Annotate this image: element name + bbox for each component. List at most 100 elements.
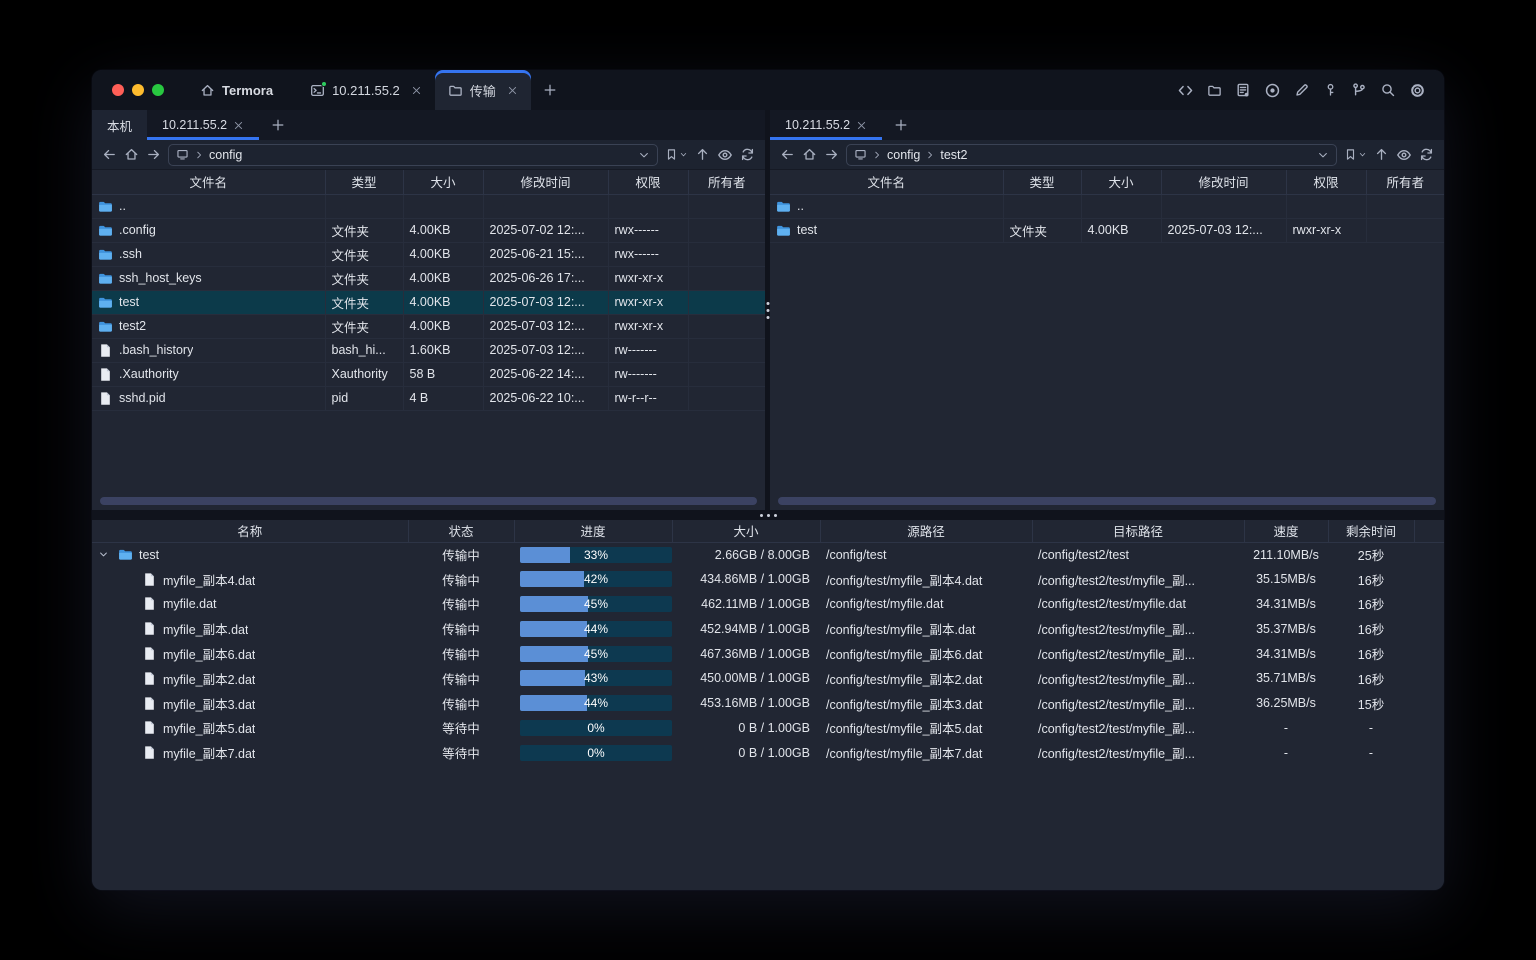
show-hidden-button[interactable] <box>1396 147 1412 163</box>
table-row[interactable]: test2文件夹4.00KB2025-07-03 12:...rwxr-xr-x <box>92 314 765 338</box>
bookmark-button[interactable] <box>665 147 678 162</box>
minimize-window-button[interactable] <box>132 84 144 96</box>
zoom-window-button[interactable] <box>152 84 164 96</box>
transfer-speed: - <box>1244 740 1328 765</box>
back-button[interactable] <box>780 147 795 162</box>
path-input[interactable]: config <box>168 144 658 166</box>
column-header[interactable]: 权限 <box>1286 170 1366 194</box>
path-segment[interactable]: config <box>209 148 242 162</box>
port-forward-icon[interactable] <box>1351 82 1367 98</box>
parent-dir-button[interactable] <box>1374 147 1389 162</box>
file-item-icon <box>142 745 157 760</box>
transfer-row[interactable]: myfile_副本5.dat等待中0%0 B / 1.00GB/config/t… <box>92 716 1444 741</box>
transfer-row[interactable]: myfile_副本3.dat传输中44%453.16MB / 1.00GB/co… <box>92 691 1444 716</box>
table-row[interactable]: .. <box>770 194 1444 218</box>
column-header[interactable]: 剩余时间 <box>1328 520 1414 542</box>
column-header[interactable]: 文件名 <box>770 170 1003 194</box>
tab-remote[interactable]: 10.211.55.2 <box>147 110 259 140</box>
close-icon[interactable] <box>233 120 244 131</box>
transfer-row[interactable]: myfile_副本6.dat传输中45%467.36MB / 1.00GB/co… <box>92 641 1444 666</box>
path-dropdown-icon[interactable] <box>1317 149 1329 161</box>
home-button[interactable] <box>124 147 139 162</box>
path-segment[interactable]: test2 <box>940 148 967 162</box>
app-home-tab[interactable]: Termora <box>178 70 297 110</box>
table-row[interactable]: sshd.pidpid4 B2025-06-22 10:...rw-r--r-- <box>92 386 765 410</box>
folder-icon[interactable] <box>1207 83 1222 98</box>
transfer-row[interactable]: myfile.dat传输中45%462.11MB / 1.00GB/config… <box>92 592 1444 617</box>
transfer-speed: 34.31MB/s <box>1244 592 1328 617</box>
file-name: .. <box>119 199 126 213</box>
transfer-row[interactable]: myfile_副本4.dat传输中42%434.86MB / 1.00GB/co… <box>92 567 1444 592</box>
close-icon[interactable] <box>507 85 518 96</box>
connected-status-dot <box>321 81 327 87</box>
close-icon[interactable] <box>856 120 867 131</box>
column-header[interactable]: 大小 <box>403 170 483 194</box>
log-icon[interactable] <box>1235 82 1251 98</box>
tab-local[interactable]: 本机 <box>92 110 147 140</box>
table-row[interactable]: .XauthorityXauthority58 B2025-06-22 14:.… <box>92 362 765 386</box>
new-file-tab-button[interactable] <box>882 110 920 140</box>
column-header[interactable]: 目标路径 <box>1032 520 1244 542</box>
settings-icon[interactable] <box>1409 82 1426 99</box>
new-tab-button[interactable] <box>531 70 569 110</box>
forward-button[interactable] <box>824 147 839 162</box>
transfer-row[interactable]: test传输中33%2.66GB / 8.00GB/config/test/co… <box>92 542 1444 567</box>
column-header[interactable]: 大小 <box>1081 170 1161 194</box>
close-window-button[interactable] <box>112 84 124 96</box>
transfer-row[interactable]: myfile_副本.dat传输中44%452.94MB / 1.00GB/con… <box>92 616 1444 641</box>
table-row[interactable]: .config文件夹4.00KB2025-07-02 12:...rwx----… <box>92 218 765 242</box>
refresh-button[interactable] <box>740 147 755 162</box>
expander-icon[interactable] <box>98 549 112 560</box>
table-row[interactable]: test文件夹4.00KB2025-07-03 12:...rwxr-xr-x <box>92 290 765 314</box>
bookmark-button[interactable] <box>1344 147 1357 162</box>
column-header[interactable]: 权限 <box>608 170 688 194</box>
tab-session[interactable]: 10.211.55.2 <box>297 70 435 110</box>
bookmark-dropdown-icon[interactable] <box>679 150 688 159</box>
column-header[interactable]: 状态 <box>408 520 514 542</box>
column-header[interactable]: 进度 <box>514 520 672 542</box>
record-icon[interactable] <box>1264 82 1281 99</box>
path-segment[interactable]: config <box>887 148 920 162</box>
column-header[interactable]: 速度 <box>1244 520 1328 542</box>
path-dropdown-icon[interactable] <box>638 149 650 161</box>
tab-remote[interactable]: 10.211.55.2 <box>770 110 882 140</box>
new-file-tab-button[interactable] <box>259 110 297 140</box>
column-header[interactable]: 类型 <box>1003 170 1081 194</box>
home-button[interactable] <box>802 147 817 162</box>
column-header[interactable]: 修改时间 <box>483 170 608 194</box>
table-row[interactable]: .. <box>92 194 765 218</box>
transfer-size: 462.11MB / 1.00GB <box>672 592 820 617</box>
h-scrollbar-thumb[interactable] <box>100 497 757 505</box>
column-header[interactable]: 名称 <box>92 520 408 542</box>
target-path: /config/test2/test/myfile_副... <box>1032 666 1244 691</box>
column-header[interactable]: 所有者 <box>1366 170 1444 194</box>
transfer-row[interactable]: myfile_副本7.dat等待中0%0 B / 1.00GB/config/t… <box>92 740 1444 765</box>
path-input[interactable]: config test2 <box>846 144 1337 166</box>
code-icon[interactable] <box>1177 82 1194 99</box>
h-scrollbar-thumb[interactable] <box>778 497 1436 505</box>
bookmark-dropdown-icon[interactable] <box>1358 150 1367 159</box>
edit-icon[interactable] <box>1294 82 1310 98</box>
parent-dir-button[interactable] <box>695 147 710 162</box>
horizontal-splitter[interactable] <box>92 510 1444 520</box>
close-icon[interactable] <box>411 85 422 96</box>
forward-button[interactable] <box>146 147 161 162</box>
column-header[interactable]: 源路径 <box>820 520 1032 542</box>
column-header[interactable]: 大小 <box>672 520 820 542</box>
transfer-eta: 25秒 <box>1328 542 1414 567</box>
key-icon[interactable] <box>1323 82 1338 98</box>
back-button[interactable] <box>102 147 117 162</box>
tab-transfer[interactable]: 传输 <box>435 70 531 110</box>
refresh-button[interactable] <box>1419 147 1434 162</box>
table-row[interactable]: .bash_historybash_hi...1.60KB2025-07-03 … <box>92 338 765 362</box>
column-header[interactable]: 所有者 <box>688 170 765 194</box>
search-icon[interactable] <box>1380 82 1396 98</box>
column-header[interactable]: 类型 <box>325 170 403 194</box>
table-row[interactable]: ssh_host_keys文件夹4.00KB2025-06-26 17:...r… <box>92 266 765 290</box>
table-row[interactable]: .ssh文件夹4.00KB2025-06-21 15:...rwx------ <box>92 242 765 266</box>
table-row[interactable]: test文件夹4.00KB2025-07-03 12:...rwxr-xr-x <box>770 218 1444 242</box>
show-hidden-button[interactable] <box>717 147 733 163</box>
column-header[interactable]: 修改时间 <box>1161 170 1286 194</box>
column-header[interactable]: 文件名 <box>92 170 325 194</box>
transfer-row[interactable]: myfile_副本2.dat传输中43%450.00MB / 1.00GB/co… <box>92 666 1444 691</box>
